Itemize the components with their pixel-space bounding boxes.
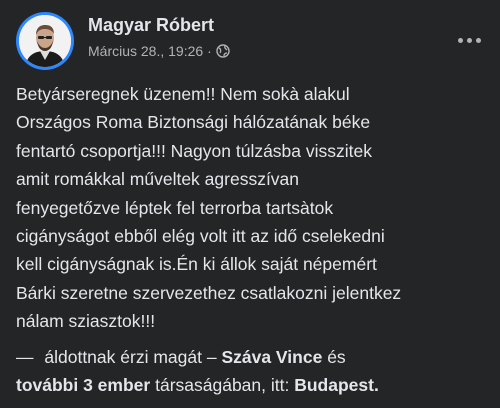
more-options-icon[interactable] <box>454 30 484 50</box>
location-link[interactable]: Budapest <box>294 375 374 395</box>
globe-icon[interactable] <box>216 44 230 58</box>
post-body-line: Bárki szeretne szervezethez csatlakozni … <box>16 282 402 303</box>
post-body: Betyárseregnek üzenem!! Nem sokà alakul … <box>16 80 488 336</box>
feeling-end: . <box>373 375 379 396</box>
feeling-dash-2: – <box>206 347 217 367</box>
feeling-dash: — <box>16 347 34 367</box>
post-body-line: kell cigányságnak is.Én ki állok saját n… <box>16 254 377 275</box>
post-header: Magyar Róbert Március 28., 19:26 · <box>16 12 484 70</box>
tagged-person-link[interactable]: Száva Vince <box>221 347 322 367</box>
more-dot <box>466 37 472 43</box>
feeling-line-1: — áldottnak érzi magát – Száva Vince és <box>16 343 488 371</box>
post-timestamp[interactable]: Március 28., 19:26 <box>88 43 203 59</box>
feeling-activity: — áldottnak érzi magát – Száva Vince és … <box>16 343 488 400</box>
facebook-post: Magyar Róbert Március 28., 19:26 · Betyá… <box>0 0 500 408</box>
post-body-line: Országos Roma Biztonsági hálózatának bék… <box>16 112 371 133</box>
post-body-line: nálam sziasztok!!! <box>16 311 156 332</box>
avatar[interactable] <box>16 12 74 70</box>
feeling-and: és <box>327 347 346 367</box>
avatar-image <box>19 15 71 67</box>
author-name[interactable]: Magyar Róbert <box>88 15 214 36</box>
post-body-line: cigányságot ebből elég volt itt az idő c… <box>16 226 385 247</box>
post-body-line: fentartó csoportja!!! Nagyon túlzásba vi… <box>16 140 373 161</box>
more-dot <box>457 37 463 43</box>
feeling-with: társaságában, itt: <box>155 375 290 396</box>
more-dot <box>475 37 481 43</box>
post-meta: Március 28., 19:26 · <box>88 43 230 59</box>
post-body-line: Betyárseregnek üzenem!! Nem sokà alakul <box>16 84 350 104</box>
avatar-photo-icon <box>19 15 71 67</box>
post-body-line: amit romákkal műveltek agresszívan <box>16 169 300 190</box>
meta-separator: · <box>207 43 212 59</box>
post-body-line: fenyegetőzve léptek fel terrorba tartsàt… <box>16 197 334 218</box>
feeling-text: áldottnak érzi magát <box>44 347 202 367</box>
feeling-line-2: további 3 ember társaságában, itt: Budap… <box>16 371 488 399</box>
tagged-others-link[interactable]: további 3 ember <box>16 375 150 395</box>
